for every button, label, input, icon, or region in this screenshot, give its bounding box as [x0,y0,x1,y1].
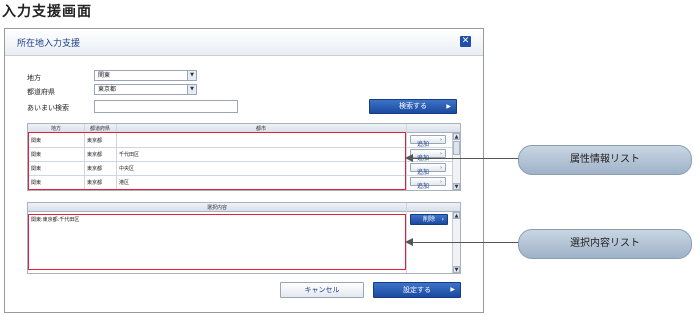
column-header-prefecture: 都道府県 [89,126,110,132]
chevron-down-icon: ▼ [187,71,196,80]
location-input-dialog: 所在地入力支援 ✕ 地方 関東 ▼ 都道府県 東京都 ▼ あいまい検索 検索する… [4,28,484,313]
search-button-label: 検索する [399,102,427,110]
column-header-selection: 選択内容 [206,205,227,211]
chevron-right-icon: ▶ [446,103,451,110]
dialog-title: 所在地入力支援 [17,39,81,49]
region-select-value: 関東 [98,72,111,79]
callout-connector [412,242,520,243]
cancel-button[interactable]: キャンセル [280,282,364,298]
confirm-button[interactable]: 設定する ▶ [373,282,461,298]
chevron-down-icon: ▼ [187,85,196,94]
fuzzy-search-value [95,111,97,118]
scroll-thumb[interactable] [453,141,460,155]
add-button[interactable]: 追加 › [410,163,446,176]
cancel-button-label: キャンセル [304,286,340,294]
delete-button-label: 削除 [422,216,435,223]
attribute-list-highlight [28,132,406,190]
callout-connector [412,158,520,159]
fuzzy-search-input[interactable] [94,100,238,113]
close-icon[interactable]: ✕ [460,36,471,47]
fuzzy-search-label: あいまい検索 [27,104,69,112]
add-button[interactable]: 追加 › [410,135,446,148]
scroll-up-icon[interactable]: ▲ [453,133,460,140]
scroll-down-icon[interactable]: ▼ [453,183,460,190]
selection-list-callout: 選択内容リスト [518,229,692,259]
prefecture-select[interactable]: 東京都 ▼ [94,84,197,95]
delete-button[interactable]: 削除 › [410,214,448,225]
chevron-right-icon: ▶ [450,286,455,293]
column-header-city: 都市 [255,126,266,132]
attribute-list-callout: 属性情報リスト [518,145,692,175]
page-title: 入力支援画面 [2,4,92,20]
region-label: 地方 [27,74,41,82]
selection-list-header: 選択内容 [28,203,460,212]
add-button[interactable]: 追加 › [410,149,446,162]
region-select[interactable]: 関東 ▼ [94,70,197,81]
chevron-right-icon: › [441,216,444,223]
scroll-up-icon[interactable]: ▲ [453,212,460,219]
selection-list-highlight [28,214,406,270]
chevron-right-icon: › [440,165,442,171]
chevron-right-icon: › [440,179,442,185]
add-button[interactable]: 追加 › [410,177,446,190]
search-button[interactable]: 検索する ▶ [369,99,457,114]
dialog-titlebar: 所在地入力支援 ✕ [5,29,483,56]
confirm-button-label: 設定する [403,286,431,294]
scroll-down-icon[interactable]: ▼ [453,266,460,273]
prefecture-label: 都道府県 [27,88,55,96]
attribute-list-scrollbar[interactable]: ▲ ▼ [452,133,460,190]
column-header-region: 地方 [50,126,61,132]
add-button-label: 追加 [417,183,430,190]
chevron-right-icon: › [440,137,442,143]
prefecture-select-value: 東京都 [98,86,117,93]
